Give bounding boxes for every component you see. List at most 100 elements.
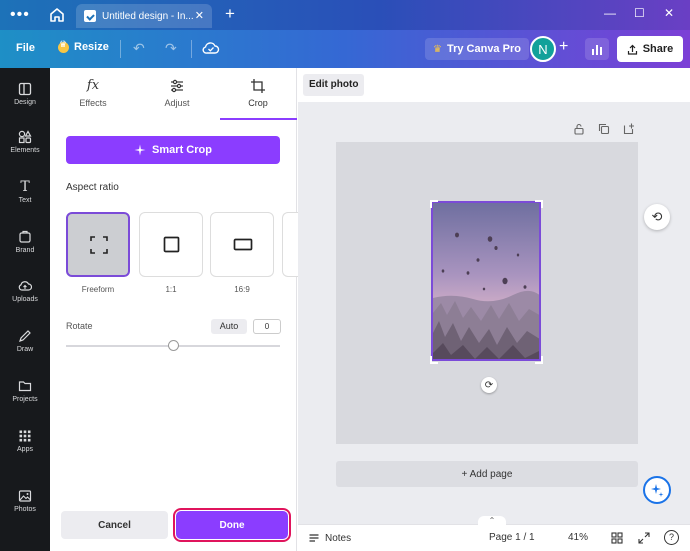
crop-handle-top-right[interactable]: [535, 200, 543, 208]
smart-crop-button[interactable]: Smart Crop: [66, 136, 280, 164]
crop-icon: [251, 79, 265, 93]
rotate-value-input[interactable]: 0: [253, 319, 281, 334]
toolbar-divider: [191, 40, 192, 58]
fx-icon: fx: [86, 78, 100, 93]
minimize-icon[interactable]: —: [604, 6, 616, 20]
sparkles-icon: [651, 484, 664, 497]
help-button[interactable]: ?: [664, 530, 679, 545]
cloud-sync-icon[interactable]: [202, 41, 220, 55]
smart-crop-label: Smart Crop: [152, 144, 212, 156]
undo-icon[interactable]: ↶: [133, 40, 145, 57]
crown-icon: ♛: [433, 43, 442, 55]
crop-handle-top-left[interactable]: [430, 200, 438, 208]
rotate-slider-thumb[interactable]: [168, 340, 179, 351]
ratio-freeform-option[interactable]: [66, 212, 130, 277]
sparkle-icon: [134, 144, 146, 156]
done-button[interactable]: Done: [173, 508, 291, 542]
crop-handle-bottom-left[interactable]: [430, 356, 438, 364]
canva-app: ••• Untitled design - In... ✕ + — ☐ ✕ Fi…: [0, 0, 690, 551]
active-tab-indicator: [220, 118, 297, 120]
duplicate-page-icon[interactable]: [598, 123, 610, 135]
photos-icon: [18, 490, 32, 502]
lock-icon[interactable]: [573, 123, 585, 135]
more-dots-icon[interactable]: •••: [10, 6, 30, 24]
redo-icon[interactable]: ↷: [165, 40, 177, 57]
sidebar-item-photos[interactable]: Photos: [0, 489, 50, 513]
magic-switch-icon[interactable]: ⟲: [644, 204, 670, 230]
uploads-icon: [18, 281, 32, 291]
insights-chart-button[interactable]: [585, 38, 609, 60]
add-page-icon[interactable]: [623, 123, 635, 135]
canvas-workspace: Edit photo ⟳ ⟲ + Add page: [298, 68, 690, 524]
sidebar-item-label: Projects: [12, 396, 38, 403]
resize-label: Resize: [74, 41, 109, 53]
editor-toolbar: File Resize ↶ ↷ ♛ Try Canva Pro N + Shar…: [0, 30, 690, 68]
canva-logo-icon: [84, 10, 96, 22]
ratio-16-9-option[interactable]: [210, 212, 274, 277]
sidebar-item-elements[interactable]: Elements: [0, 130, 50, 154]
add-page-button[interactable]: + Add page: [336, 461, 638, 487]
bottom-status-bar: ⌃ Notes Page 1 / 1 41% ?: [298, 516, 690, 551]
sidebar-item-text[interactable]: T Text: [0, 180, 50, 204]
try-canva-pro-button[interactable]: ♛ Try Canva Pro: [425, 38, 529, 60]
tab-label: Adjust: [164, 98, 190, 108]
edit-photo-button[interactable]: Edit photo: [303, 74, 365, 96]
sidebar-item-projects[interactable]: Projects: [0, 379, 50, 403]
tab-adjust[interactable]: Adjust: [137, 78, 217, 108]
grid-view-icon[interactable]: [611, 532, 623, 544]
new-tab-plus-icon[interactable]: +: [225, 4, 235, 24]
balloon-landscape-photo: [433, 203, 539, 359]
notes-button[interactable]: Notes: [308, 532, 351, 544]
sidebar-item-label: Text: [18, 197, 32, 204]
zoom-level[interactable]: 41%: [568, 532, 588, 543]
rotate-label: Rotate: [66, 321, 93, 331]
close-tab-icon[interactable]: ✕: [195, 9, 204, 22]
sidebar-item-uploads[interactable]: Uploads: [0, 279, 50, 303]
invite-plus-icon[interactable]: +: [559, 38, 568, 56]
sidebar-item-apps[interactable]: Apps: [0, 429, 50, 453]
upload-icon: [627, 44, 637, 55]
tab-crop[interactable]: Crop: [218, 78, 298, 108]
tab-effects[interactable]: fx Effects: [53, 78, 133, 108]
sidebar-item-label: Design: [14, 99, 36, 106]
toolbar-divider: [120, 40, 121, 58]
auto-rotate-button[interactable]: Auto: [211, 319, 247, 334]
page-indicator[interactable]: Page 1 / 1: [489, 532, 535, 543]
rotate-handle-icon[interactable]: ⟳: [481, 377, 497, 393]
sidebar-item-design[interactable]: Design: [0, 82, 50, 106]
notes-label: Notes: [325, 532, 352, 544]
apps-icon: [19, 430, 31, 442]
ratio-label: 1:1: [165, 285, 177, 294]
sidebar-item-label: Uploads: [12, 296, 38, 303]
resize-button[interactable]: Resize: [58, 39, 109, 53]
file-menu-button[interactable]: File: [16, 42, 35, 54]
magic-assistant-button[interactable]: [643, 476, 671, 504]
maximize-icon[interactable]: ☐: [634, 6, 645, 20]
selected-photo[interactable]: [431, 201, 541, 361]
try-canva-pro-label: Try Canva Pro: [446, 43, 521, 55]
collapse-pages-chevron-icon[interactable]: ⌃: [478, 516, 506, 528]
left-sidebar: Design Elements T Text Brand Uploads Dra…: [0, 68, 50, 551]
freeform-icon: [90, 236, 108, 254]
sidebar-item-draw[interactable]: Draw: [0, 329, 50, 353]
elements-icon: [18, 130, 32, 144]
sidebar-item-brand[interactable]: Brand: [0, 230, 50, 254]
ratio-1-1-option[interactable]: [139, 212, 203, 277]
projects-icon: [18, 381, 32, 392]
share-button[interactable]: Share: [617, 36, 683, 62]
crop-handle-bottom-right[interactable]: [535, 356, 543, 364]
close-window-icon[interactable]: ✕: [664, 6, 674, 20]
document-tab-title: Untitled design - In...: [102, 10, 194, 22]
document-tab[interactable]: Untitled design - In... ✕: [76, 4, 212, 28]
cancel-button[interactable]: Cancel: [61, 511, 168, 539]
square-ratio-icon: [163, 236, 180, 253]
edit-photo-panel: fx Effects Adjust Crop Smart Crop Aspect…: [50, 68, 302, 551]
ratio-label: Freeform: [81, 285, 115, 294]
user-avatar[interactable]: N: [530, 36, 556, 62]
sidebar-item-label: Draw: [16, 346, 34, 353]
tab-label: Crop: [248, 98, 268, 108]
tab-label: Effects: [79, 98, 107, 108]
sliders-icon: [171, 79, 183, 93]
home-icon[interactable]: [48, 6, 66, 24]
fullscreen-icon[interactable]: [638, 532, 650, 544]
